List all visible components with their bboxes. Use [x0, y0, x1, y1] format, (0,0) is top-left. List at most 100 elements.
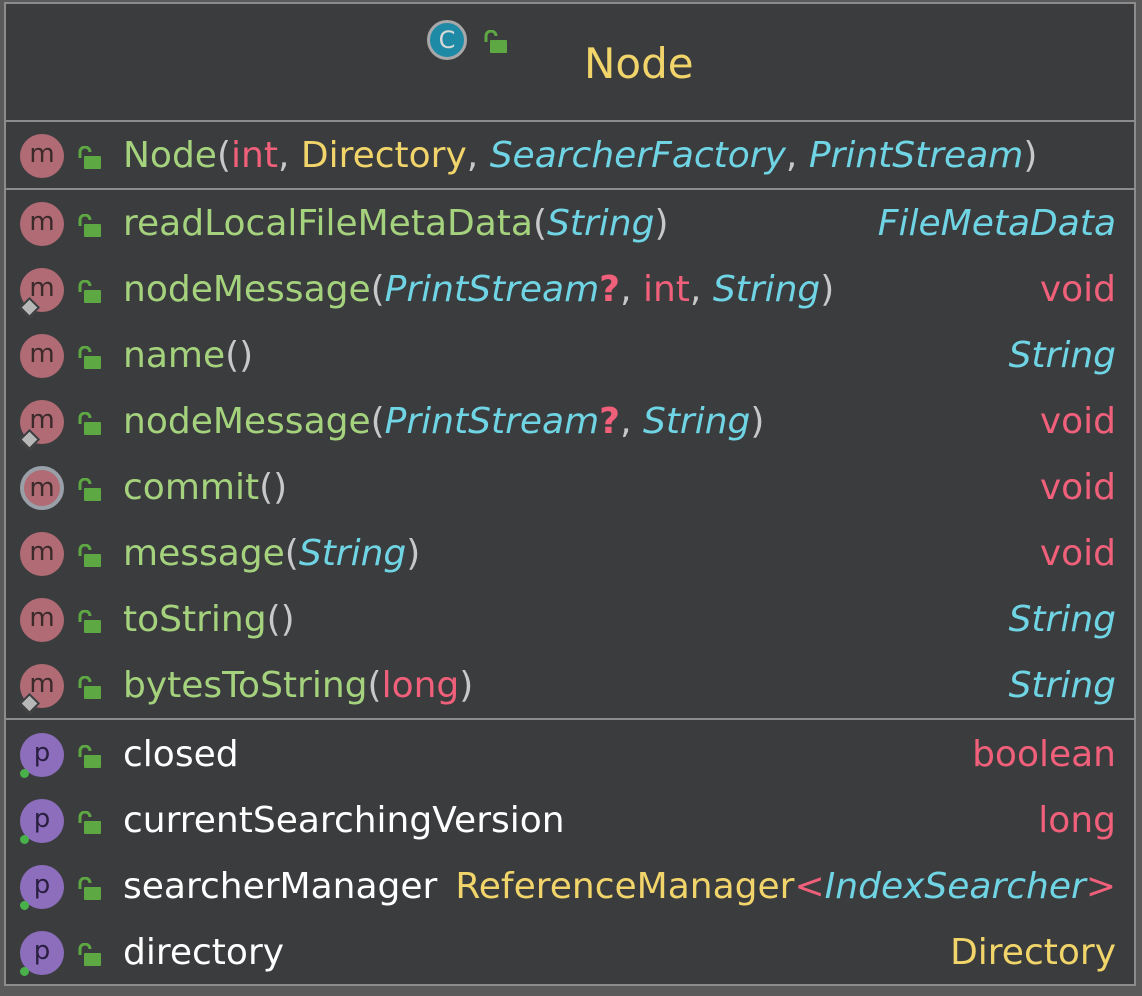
class-header: C Node — [6, 4, 1134, 120]
return-type: String — [1008, 599, 1116, 640]
field-row[interactable]: p directory Directory — [6, 921, 1134, 985]
angle-close: > — [1085, 866, 1116, 907]
method-name: readLocalFileMetaData — [123, 203, 533, 244]
return-type: String — [1008, 335, 1116, 376]
comma: , — [689, 269, 702, 310]
method-row[interactable]: m message(String) void — [6, 522, 1134, 586]
green-dot-icon — [20, 835, 29, 844]
field-name: directory — [123, 932, 285, 973]
method-name: message — [123, 533, 285, 574]
return-type: void — [1039, 533, 1116, 574]
method-signature: bytesToString(long) — [123, 654, 473, 718]
method-signature: toString() — [123, 588, 295, 652]
unlocked-padlock-icon — [78, 811, 101, 834]
parens: () — [266, 599, 295, 640]
unlocked-padlock-icon — [78, 146, 101, 169]
param-type: String — [712, 269, 821, 310]
paren-open: ( — [367, 665, 382, 706]
unlocked-padlock-icon — [78, 544, 101, 567]
comma: , — [620, 401, 632, 442]
unlocked-padlock-icon — [78, 745, 101, 768]
return-type: String — [1008, 665, 1116, 706]
constructor-signature: Node(int, Directory, SearcherFactory, Pr… — [123, 124, 1037, 188]
return-type: void — [1039, 401, 1116, 442]
comma: , — [785, 135, 798, 176]
field-name: searcherManager — [123, 866, 438, 907]
paren-open: ( — [284, 533, 299, 574]
param-type: PrintStream — [384, 401, 600, 442]
method-icon-letter: m — [29, 473, 55, 503]
unlocked-padlock-icon — [78, 943, 101, 966]
method-icon: m — [20, 134, 64, 178]
field-type: ReferenceManager<IndexSearcher> — [455, 855, 1116, 919]
method-row[interactable]: m nodeMessage(PrintStream?, String) void — [6, 390, 1134, 454]
green-dot-icon — [20, 967, 29, 976]
method-icon: m — [20, 532, 64, 576]
green-dot-icon — [20, 769, 29, 778]
paren-close: ) — [750, 401, 765, 442]
method-row[interactable]: m commit() void — [6, 456, 1134, 520]
methods-divider — [6, 718, 1134, 720]
header-divider — [6, 120, 1134, 122]
return-type: void — [1039, 467, 1116, 508]
angle-open: < — [794, 866, 825, 907]
method-signature: commit() — [123, 456, 287, 520]
method-name: toString — [123, 599, 267, 640]
class-icon: C — [427, 20, 467, 60]
method-name: commit — [123, 467, 260, 508]
method-icon-letter: m — [29, 139, 55, 169]
paren-open: ( — [216, 135, 232, 176]
constructor-row[interactable]: m Node(int, Directory, SearcherFactory, … — [6, 124, 1134, 188]
method-row[interactable]: m toString() String — [6, 588, 1134, 652]
class-icon-letter: C — [438, 26, 456, 54]
param-type: Directory — [300, 135, 467, 176]
method-row[interactable]: m nodeMessage(PrintStream?, int, String)… — [6, 258, 1134, 322]
nullable-marker: ? — [599, 269, 621, 310]
field-row[interactable]: p closed boolean — [6, 723, 1134, 787]
comma: , — [466, 135, 479, 176]
unlocked-padlock-icon — [484, 30, 507, 53]
unlocked-padlock-icon — [78, 412, 101, 435]
method-row[interactable]: m readLocalFileMetaData(String) FileMeta… — [6, 192, 1134, 256]
unlocked-padlock-icon — [78, 676, 101, 699]
method-icon-letter: m — [29, 207, 55, 237]
method-icon-letter: m — [29, 339, 55, 369]
field-type: Directory — [950, 932, 1116, 973]
class-diagram-node[interactable]: C Node m Node(int, Directory, SearcherFa… — [4, 2, 1136, 986]
paren-open: ( — [370, 269, 385, 310]
field-row[interactable]: p searcherManager ReferenceManager<Index… — [6, 855, 1134, 919]
method-row[interactable]: m bytesToString(long) String — [6, 654, 1134, 718]
unlocked-padlock-icon — [78, 610, 101, 633]
constructor-divider — [6, 188, 1134, 190]
param-type: int — [231, 135, 278, 176]
return-type: void — [1039, 269, 1116, 310]
type-argument: IndexSearcher — [824, 866, 1086, 907]
field-type: long — [1038, 800, 1116, 841]
parens: () — [225, 335, 254, 376]
unlocked-padlock-icon — [78, 478, 101, 501]
method-row[interactable]: m name() String — [6, 324, 1134, 388]
method-name: nodeMessage — [123, 401, 371, 442]
method-name: name — [123, 335, 226, 376]
paren-close: ) — [406, 533, 421, 574]
paren-close: ) — [654, 203, 669, 244]
paren-close: ) — [820, 269, 835, 310]
method-icon: m — [20, 334, 64, 378]
paren-open: ( — [370, 401, 385, 442]
paren-close: ) — [459, 665, 474, 706]
param-type: String — [298, 533, 407, 574]
type-name: ReferenceManager — [455, 866, 795, 907]
method-icon: m — [20, 598, 64, 642]
green-dot-icon — [20, 901, 29, 910]
method-signature: readLocalFileMetaData(String) — [123, 192, 669, 256]
param-type: SearcherFactory — [489, 135, 786, 176]
method-icon-letter: m — [29, 603, 55, 633]
unlocked-padlock-icon — [78, 877, 101, 900]
abstract-method-icon: m — [20, 466, 64, 510]
method-signature: nodeMessage(PrintStream?, String) — [123, 390, 764, 454]
param-type: long — [381, 665, 460, 706]
method-name: nodeMessage — [123, 269, 371, 310]
unlocked-padlock-icon — [78, 214, 101, 237]
field-row[interactable]: p currentSearchingVersion long — [6, 789, 1134, 853]
comma: , — [620, 269, 632, 310]
